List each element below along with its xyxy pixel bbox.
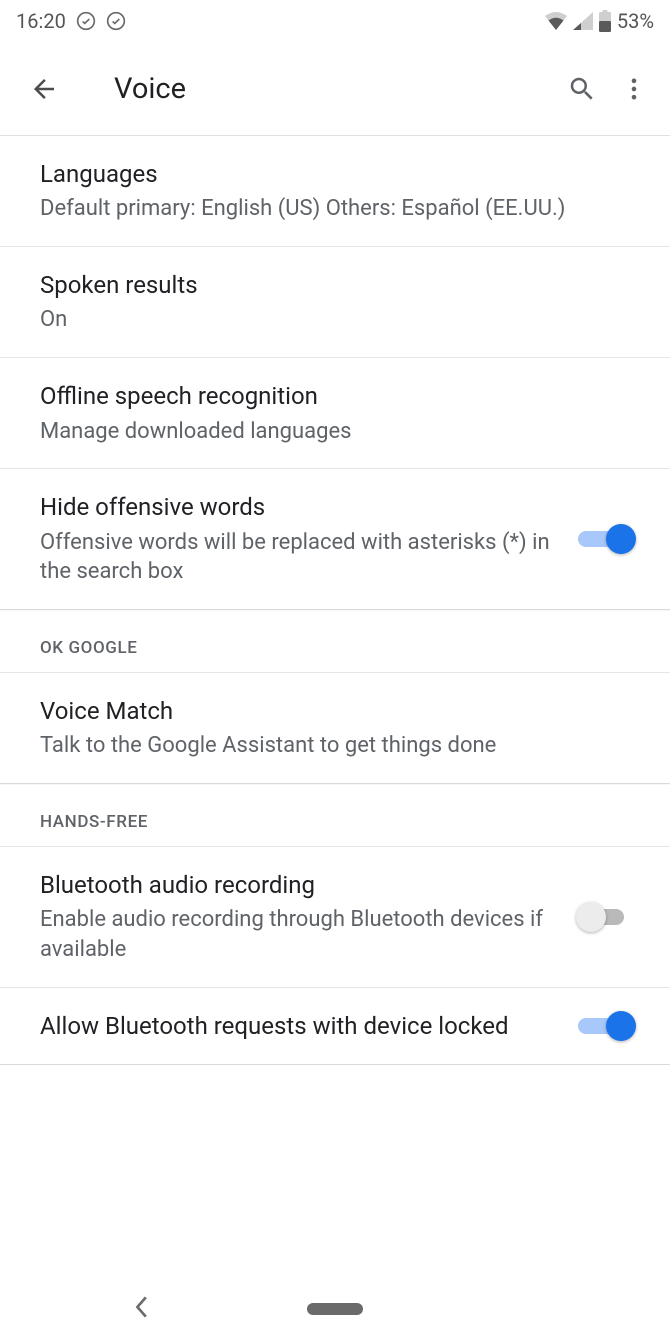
check-circle-icon [106, 11, 126, 31]
item-title: Bluetooth audio recording [40, 869, 558, 901]
item-title: Offline speech recognition [40, 380, 610, 412]
app-bar: Voice [0, 42, 670, 136]
bluetooth-locked-item[interactable]: Allow Bluetooth requests with device loc… [0, 988, 670, 1064]
item-subtitle: Talk to the Google Assistant to get thin… [40, 731, 610, 761]
item-subtitle: Manage downloaded languages [40, 417, 610, 447]
item-subtitle: On [40, 305, 610, 335]
battery-percentage: 53% [617, 9, 654, 33]
settings-list: Languages Default primary: English (US) … [0, 136, 670, 1065]
item-title: Voice Match [40, 695, 610, 727]
hide-offensive-switch[interactable] [578, 523, 630, 555]
more-button[interactable] [608, 63, 660, 115]
navigation-bar [0, 1278, 670, 1340]
hide-offensive-item[interactable]: Hide offensive words Offensive words wil… [0, 469, 670, 609]
bluetooth-locked-switch[interactable] [578, 1010, 630, 1042]
search-button[interactable] [556, 63, 608, 115]
item-subtitle: Offensive words will be replaced with as… [40, 528, 558, 587]
bluetooth-audio-item[interactable]: Bluetooth audio recording Enable audio r… [0, 847, 670, 988]
item-title: Allow Bluetooth requests with device loc… [40, 1010, 558, 1042]
item-subtitle: Enable audio recording through Bluetooth… [40, 905, 558, 964]
page-title: Voice [114, 72, 556, 106]
check-circle-icon [76, 11, 96, 31]
nav-back-button[interactable] [132, 1295, 150, 1323]
status-bar: 16:20 53% [0, 0, 670, 42]
item-title: Hide offensive words [40, 491, 558, 523]
offline-speech-item[interactable]: Offline speech recognition Manage downlo… [0, 358, 670, 469]
spoken-results-item[interactable]: Spoken results On [0, 247, 670, 358]
voice-match-item[interactable]: Voice Match Talk to the Google Assistant… [0, 673, 670, 783]
wifi-icon [545, 12, 567, 30]
battery-icon [599, 10, 611, 32]
section-header-hands-free: HANDS-FREE [0, 784, 670, 847]
back-button[interactable] [26, 71, 62, 107]
status-time: 16:20 [16, 9, 66, 33]
item-subtitle: Default primary: English (US) Others: Es… [40, 194, 610, 224]
section-header-ok-google: OK GOOGLE [0, 610, 670, 673]
item-title: Spoken results [40, 269, 610, 301]
languages-item[interactable]: Languages Default primary: English (US) … [0, 136, 670, 247]
nav-home-pill[interactable] [307, 1303, 363, 1315]
item-title: Languages [40, 158, 610, 190]
signal-icon [573, 12, 593, 30]
bluetooth-audio-switch[interactable] [578, 901, 630, 933]
